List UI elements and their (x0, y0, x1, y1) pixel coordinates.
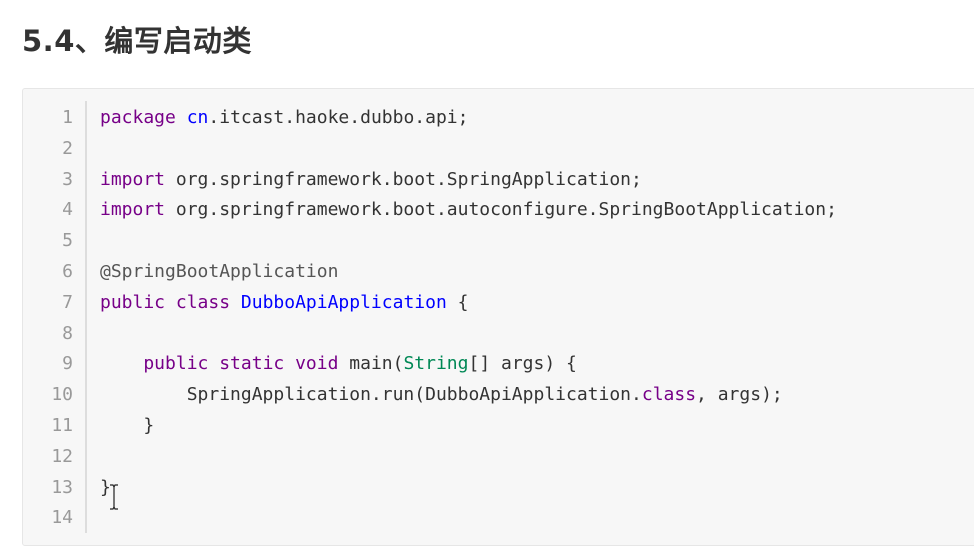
code-token: } (100, 415, 155, 436)
line-number: 8 (62, 322, 73, 344)
section-heading: 5.4、编写启动类 (22, 24, 252, 58)
code-token: import (100, 199, 176, 221)
code-token: [] args) { (468, 353, 577, 375)
code-text: package cn.itcast.haoke.dubbo.api; (100, 102, 468, 133)
line-number: 12 (51, 445, 73, 467)
gutter-divider (85, 101, 87, 533)
code-token: public (100, 291, 176, 313)
code-text: SpringApplication.run(DubboApiApplicatio… (100, 379, 783, 410)
code-token: { (446, 291, 469, 313)
code-text: import org.springframework.boot.SpringAp… (100, 164, 642, 195)
line-number: 5 (62, 230, 73, 252)
code-block[interactable]: 1 package cn.itcast.haoke.dubbo.api; 2 3 imp… (22, 88, 974, 546)
code-token: SpringApplication.run(DubboApiApplicatio… (100, 384, 642, 406)
code-text: } (100, 410, 154, 441)
code-token: org.springframework.boot.SpringApplicati… (175, 168, 642, 190)
line-number: 14 (51, 507, 73, 529)
line-number: 1 (62, 107, 73, 128)
code-token: @SpringBootApplication (100, 261, 339, 282)
code-token: class (175, 291, 241, 313)
code-token: cn (186, 107, 209, 128)
line-number: 2 (62, 137, 73, 159)
line-number: 4 (62, 199, 73, 221)
code-text: @SpringBootApplication (100, 256, 338, 287)
code-token: , args); (696, 384, 783, 406)
code-token: String (403, 353, 469, 375)
line-number: 9 (62, 353, 73, 375)
code-token: DubboApiApplication (240, 291, 447, 313)
code-token: static (219, 353, 296, 375)
code-text: public static void main(String[] args) { (100, 348, 577, 379)
code-token: org.springframework.boot.autoconfigure.S… (175, 199, 837, 221)
code-text: public class DubboApiApplication { (100, 287, 468, 318)
line-number: 13 (51, 476, 73, 498)
line-number: 7 (62, 291, 73, 313)
code-token: import (100, 168, 176, 190)
line-number: 3 (62, 168, 73, 190)
line-number: 11 (51, 415, 73, 436)
line-number: 10 (51, 384, 73, 406)
line-number: 6 (62, 261, 73, 282)
text-cursor-icon (110, 484, 118, 510)
code-text: import org.springframework.boot.autoconf… (100, 194, 837, 225)
code-token: public (100, 353, 220, 375)
code-token: .itcast.haoke.dubbo.api; (208, 107, 469, 128)
code-token: void (295, 353, 350, 375)
code-token: package (100, 107, 187, 128)
code-token: main( (349, 353, 404, 375)
code-token: class (641, 384, 697, 406)
